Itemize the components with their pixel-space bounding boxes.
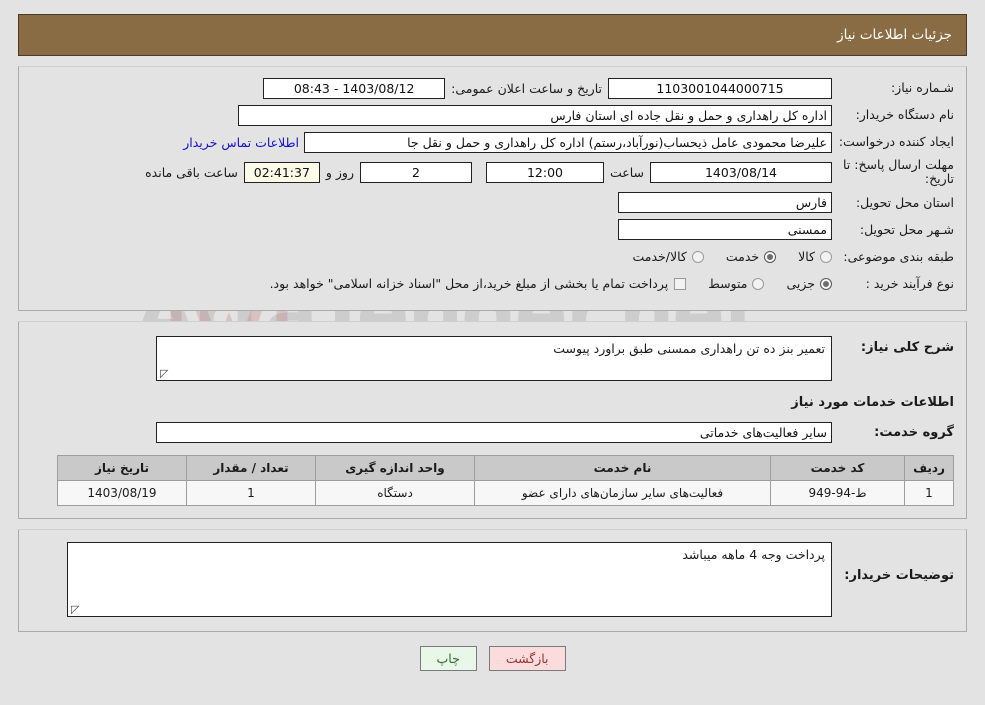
radio-icon[interactable] [820, 250, 832, 263]
radio-icon[interactable] [691, 250, 704, 263]
resize-grip-icon[interactable]: ◸ [71, 604, 81, 615]
creator-field: علیرضا محمودی عامل ذیحساب(نورآباد،رستم) … [304, 131, 832, 153]
process-label: نوع فرآیند خرید : [865, 275, 954, 291]
row-need-number: شـماره نیاز: 1103001044000715 تاریخ و سا… [31, 77, 954, 99]
description-text: تعمیر بنز ده تن راهداری ممسنی طبق براورد… [553, 340, 825, 356]
back-button[interactable]: بازگشت [488, 645, 566, 671]
cell-need-date: 1403/08/19 [57, 479, 187, 506]
buyer-org-label: نام دستگاه خریدار: [855, 107, 954, 123]
services-section-title: اطلاعات خدمات مورد نیاز [791, 394, 954, 410]
need-number-label: شـماره نیاز: [890, 80, 954, 96]
announce-label: تاریخ و ساعت اعلان عمومی: [451, 80, 602, 96]
days-word-label: روز و [325, 164, 354, 180]
category-option-label: کالا [798, 249, 815, 265]
announce-datetime-field: 1403/08/12 - 08:43 [263, 77, 446, 99]
row-buyer-org: نام دستگاه خریدار: اداره کل راهداری و حم… [31, 104, 954, 126]
print-button[interactable]: چاپ [419, 645, 477, 671]
footer-button-bar: بازگشت چاپ [0, 645, 985, 671]
city-label: شـهر محل تحویل: [859, 221, 954, 237]
process-option-label: جزیی [786, 276, 815, 292]
radio-icon[interactable] [752, 277, 765, 290]
col-qty: تعداد / مقدار [186, 454, 316, 481]
row-process-type: نوع فرآیند خرید : جزیی متوسط پرداخت تمام… [31, 273, 954, 295]
general-info-panel: شـماره نیاز: 1103001044000715 تاریخ و سا… [18, 66, 967, 311]
row-city: شـهر محل تحویل: ممسنی [31, 219, 954, 241]
col-unit: واحد اندازه گیری [315, 454, 475, 481]
table-row: 1 ط-94-949 فعالیت‌های سایر سازمان‌های دا… [57, 479, 954, 506]
remaining-word-label: ساعت باقی مانده [145, 164, 238, 180]
buyer-notes-panel: توضیحات خریدار: پرداخت وجه 4 ماهه میباشد… [18, 528, 967, 632]
category-option-kala-khedmat[interactable]: کالا/خدمت [632, 249, 704, 265]
cell-name: فعالیت‌های سایر سازمان‌های دارای عضو [474, 479, 771, 506]
cell-qty: 1 [186, 479, 316, 506]
category-radio-group: کالا خدمت کالا/خدمت [610, 249, 832, 264]
description-label: شرح کلی نیاز: [860, 339, 954, 355]
treasury-checkbox-label: پرداخت تمام یا بخشی از مبلغ خرید،از محل … [269, 276, 669, 292]
process-option-jozei[interactable]: جزیی [786, 276, 832, 291]
province-field: فارس [618, 192, 832, 214]
row-buyer-notes: توضیحات خریدار: پرداخت وجه 4 ماهه میباشد… [31, 541, 954, 617]
deadline-date-field: 1403/08/14 [650, 161, 832, 183]
city-field: ممسنی [618, 219, 832, 241]
resize-grip-icon[interactable]: ◸ [160, 368, 170, 379]
category-label: طبقه بندی موضوعی: [843, 248, 954, 264]
row-service-group: گروه خدمت: سایر فعالیت‌های خدماتی [31, 421, 954, 443]
row-province: استان محل تحویل: فارس [31, 192, 954, 214]
process-radio-group: جزیی متوسط پرداخت تمام یا بخشی از مبلغ خ… [248, 276, 832, 291]
service-group-field: سایر فعالیت‌های خدماتی [156, 421, 832, 443]
remaining-days-field: 2 [359, 161, 472, 183]
category-option-label: خدمت [725, 249, 760, 265]
cell-code: ط-94-949 [770, 479, 905, 506]
col-row-no: ردیف [904, 454, 954, 481]
need-number-field: 1103001044000715 [608, 77, 832, 99]
col-need-date: تاریخ نیاز [57, 454, 187, 481]
services-table: ردیف کد خدمت نام خدمت واحد اندازه گیری ت… [57, 454, 954, 506]
buyer-contact-link[interactable]: اطلاعات تماس خریدار [178, 135, 304, 150]
cell-unit: دستگاه [315, 479, 475, 506]
process-option-label: متوسط [708, 276, 748, 292]
row-category: طبقه بندی موضوعی: کالا خدمت کالا/خدمت [31, 246, 954, 268]
description-textarea[interactable]: تعمیر بنز ده تن راهداری ممسنی طبق براورد… [156, 335, 832, 381]
countdown-timer-field: 02:41:37 [243, 161, 320, 183]
row-creator: ایجاد کننده درخواست: علیرضا محمودی عامل … [31, 131, 954, 153]
col-name: نام خدمت [474, 454, 771, 481]
category-option-khedmat[interactable]: خدمت [725, 249, 777, 265]
buyer-org-field: اداره کل راهداری و حمل و نقل جاده ای است… [238, 104, 832, 126]
page-header-bar: جزئیات اطلاعات نیاز [18, 14, 967, 56]
hour-word-label: ساعت [609, 164, 644, 180]
creator-label: ایجاد کننده درخواست: [838, 134, 954, 150]
category-option-kala[interactable]: کالا [798, 249, 832, 264]
col-code: کد خدمت [770, 454, 905, 481]
radio-icon[interactable] [820, 277, 832, 290]
deadline-label: مهلت ارسال پاسخ: تا تاریخ: [843, 157, 954, 187]
table-header-row: ردیف کد خدمت نام خدمت واحد اندازه گیری ت… [57, 454, 954, 481]
buyer-notes-textarea[interactable]: پرداخت وجه 4 ماهه میباشد ◸ [67, 541, 832, 617]
province-label: استان محل تحویل: [855, 194, 954, 210]
needs-detail-panel: شرح کلی نیاز: تعمیر بنز ده تن راهداری مم… [18, 320, 967, 519]
page-title: جزئیات اطلاعات نیاز [837, 27, 952, 43]
treasury-checkbox-item[interactable]: پرداخت تمام یا بخشی از مبلغ خرید،از محل … [270, 276, 687, 291]
deadline-time-field: 12:00 [485, 161, 604, 183]
row-description: شرح کلی نیاز: تعمیر بنز ده تن راهداری مم… [31, 335, 954, 381]
radio-icon[interactable] [764, 250, 777, 263]
row-deadline: مهلت ارسال پاسخ: تا تاریخ: 1403/08/14 سا… [31, 157, 954, 187]
buyer-notes-text: پرداخت وجه 4 ماهه میباشد [682, 546, 825, 562]
service-group-label: گروه خدمت: [874, 424, 954, 440]
category-option-label: کالا/خدمت [632, 249, 687, 265]
buyer-notes-label: توضیحات خریدار: [844, 567, 954, 583]
cell-row-no: 1 [904, 479, 954, 506]
checkbox-icon[interactable] [674, 277, 687, 290]
process-option-motevaset[interactable]: متوسط [708, 276, 765, 292]
